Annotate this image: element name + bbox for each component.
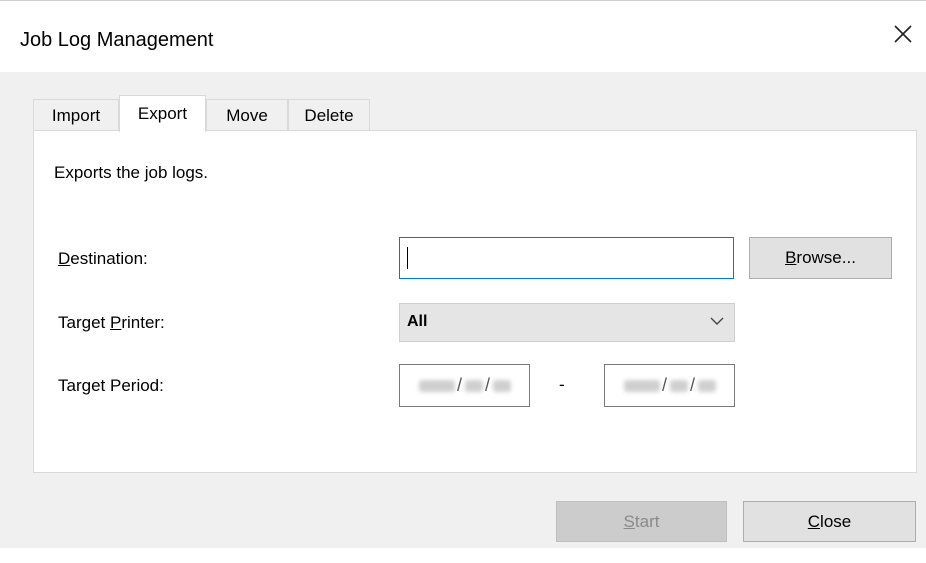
destination-label: Destination: bbox=[58, 249, 148, 268]
close-window-button[interactable] bbox=[886, 17, 920, 51]
tab-export[interactable]: Export bbox=[119, 95, 206, 132]
panel-description: Exports the job logs. bbox=[54, 163, 209, 182]
redacted-year bbox=[623, 379, 660, 392]
target-period-label: Target Period: bbox=[58, 376, 164, 395]
tab-move[interactable]: Move bbox=[206, 99, 288, 131]
close-button[interactable]: Close bbox=[743, 501, 916, 542]
tab-delete[interactable]: Delete bbox=[288, 99, 370, 131]
target-printer-select[interactable]: All bbox=[399, 303, 735, 342]
chevron-down-icon bbox=[710, 317, 724, 325]
period-separator: - bbox=[559, 375, 565, 394]
tab-delete-label: Delete bbox=[304, 105, 354, 125]
export-panel: Exports the job logs. Destination: Brows… bbox=[33, 130, 917, 473]
dialog-window: Job Log Management Import Export Move De… bbox=[0, 0, 926, 563]
window-bottom-edge bbox=[0, 548, 926, 563]
redacted-year bbox=[418, 379, 455, 392]
tab-import[interactable]: Import bbox=[33, 99, 119, 131]
close-icon bbox=[894, 25, 912, 43]
period-start-date[interactable]: / / bbox=[399, 364, 530, 407]
redacted-day bbox=[492, 379, 511, 392]
tab-move-label: Move bbox=[226, 105, 268, 125]
start-button[interactable]: Start bbox=[556, 501, 727, 542]
window-title: Job Log Management bbox=[20, 29, 214, 51]
title-bar: Job Log Management bbox=[0, 0, 926, 72]
destination-input[interactable] bbox=[399, 237, 734, 279]
tab-export-label: Export bbox=[137, 104, 188, 123]
redacted-month bbox=[464, 379, 483, 392]
browse-button[interactable]: Browse... bbox=[749, 237, 892, 279]
redacted-month bbox=[669, 379, 688, 392]
text-caret bbox=[407, 247, 408, 269]
redacted-day bbox=[697, 379, 716, 392]
tab-import-label: Import bbox=[51, 105, 101, 125]
target-printer-label: Target Printer: bbox=[58, 313, 165, 332]
target-printer-value: All bbox=[407, 313, 428, 330]
period-end-date[interactable]: / / bbox=[604, 364, 735, 407]
